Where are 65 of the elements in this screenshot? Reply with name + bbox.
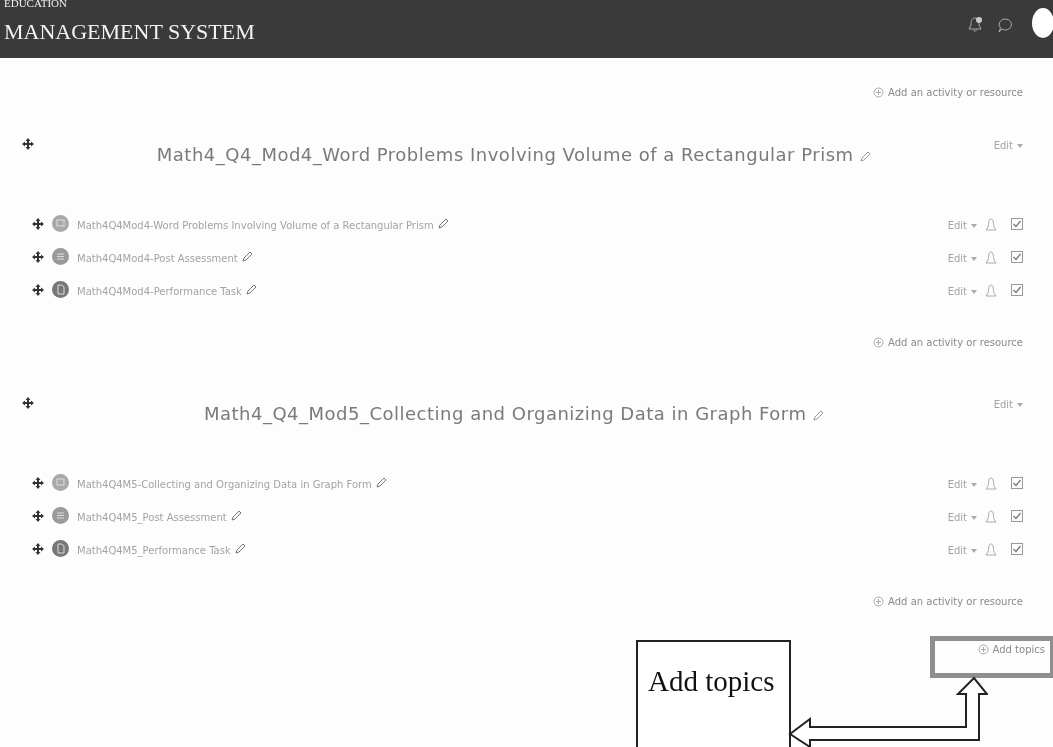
drag-handle-icon[interactable] (22, 397, 34, 409)
edit-menu[interactable]: Edit (947, 543, 977, 558)
completion-checkbox[interactable] (1011, 543, 1023, 555)
add-activity-link[interactable]: Add an activity or resource (873, 85, 1023, 100)
edit-menu[interactable]: Edit (993, 397, 1023, 412)
completion-checkbox[interactable] (1011, 477, 1023, 489)
quiz-icon (52, 507, 69, 524)
site-title[interactable]: MANAGEMENT SYSTEM (4, 19, 255, 45)
chat-icon[interactable] (998, 17, 1013, 33)
add-icon (977, 644, 989, 655)
drag-handle-icon[interactable] (32, 510, 44, 522)
completion-checkbox[interactable] (1011, 284, 1023, 296)
pencil-icon[interactable] (375, 477, 387, 488)
edit-menu[interactable]: Edit (947, 251, 977, 266)
edit-menu[interactable]: Edit (947, 477, 977, 492)
drag-handle-icon[interactable] (32, 251, 44, 263)
add-topics-link[interactable]: Add topics (977, 642, 1045, 657)
caret-icon (971, 548, 977, 553)
pencil-icon[interactable] (859, 150, 871, 162)
activity-link[interactable]: Math4Q4Mod4-Post Assessment (77, 251, 238, 266)
activity-link[interactable]: Math4Q4M5_Performance Task (77, 543, 231, 558)
pencil-icon[interactable] (241, 251, 253, 262)
add-activity-link[interactable]: Add an activity or resource (873, 594, 1023, 609)
bell-icon[interactable] (968, 17, 982, 33)
caret-icon (1017, 402, 1023, 407)
drag-handle-icon[interactable] (32, 218, 44, 230)
pencil-icon[interactable] (437, 218, 449, 229)
pencil-icon[interactable] (234, 543, 246, 554)
activity-link[interactable]: Math4Q4Mod4-Word Problems Involving Volume of a Rectangular Prism (77, 218, 434, 233)
drag-handle-icon[interactable] (32, 284, 44, 296)
page-icon (52, 215, 69, 232)
caret-icon (971, 289, 977, 294)
add-icon (873, 337, 885, 348)
pencil-icon[interactable] (245, 284, 257, 295)
section-title: Math4_Q4_Mod4_Word Problems Involving Volume of a Rectangular Prism (34, 141, 994, 168)
completion-checkbox[interactable] (1011, 510, 1023, 522)
add-icon (873, 596, 885, 607)
assignment-icon (52, 540, 69, 557)
drag-handle-icon[interactable] (32, 477, 44, 489)
section-title: Math4_Q4_Mod5_Collecting and Organizing Data in Graph Form (34, 400, 994, 427)
pencil-icon[interactable] (812, 409, 824, 421)
quiz-icon (52, 248, 69, 265)
caret-icon (971, 256, 977, 261)
page-icon (52, 474, 69, 491)
caret-icon (971, 223, 977, 228)
add-activity-link[interactable]: Add an activity or resource (873, 335, 1023, 350)
activity-link[interactable]: Math4Q4M5-Collecting and Organizing Data in Graph Form (77, 477, 372, 492)
site-subtitle: EDUCATION (4, 0, 68, 9)
add-icon (873, 87, 885, 98)
caret-icon (1017, 143, 1023, 148)
drag-handle-icon[interactable] (22, 138, 34, 150)
completion-checkbox[interactable] (1011, 218, 1023, 230)
activity-link[interactable]: Math4Q4M5_Post Assessment (77, 510, 227, 525)
completion-checkbox[interactable] (1011, 251, 1023, 263)
caret-icon (971, 482, 977, 487)
edit-menu[interactable]: Edit (947, 510, 977, 525)
edit-menu[interactable]: Edit (947, 284, 977, 299)
drag-handle-icon[interactable] (32, 543, 44, 555)
edit-menu[interactable]: Edit (993, 138, 1023, 153)
assignment-icon (52, 281, 69, 298)
activity-link[interactable]: Math4Q4Mod4-Performance Task (77, 284, 242, 299)
edit-menu[interactable]: Edit (947, 218, 977, 233)
pencil-icon[interactable] (230, 510, 242, 521)
caret-icon (971, 515, 977, 520)
callout-label: Add topics (636, 640, 791, 747)
